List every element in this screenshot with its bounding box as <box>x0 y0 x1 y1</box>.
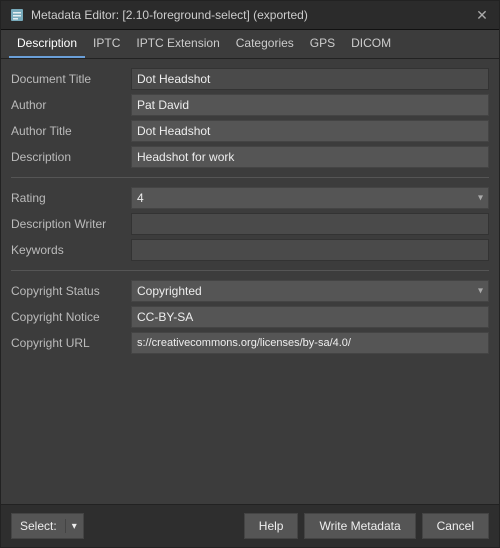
copyright-url-input[interactable] <box>131 332 489 354</box>
description-label: Description <box>11 150 131 164</box>
author-input[interactable] <box>131 94 489 116</box>
description-row: Description <box>11 145 489 169</box>
tab-dicom[interactable]: DICOM <box>343 30 399 58</box>
description-writer-input[interactable] <box>131 213 489 235</box>
window-title: Metadata Editor: [2.10-foreground-select… <box>31 8 308 22</box>
separator-1 <box>11 177 489 178</box>
select-dropdown-label: Select: <box>12 519 66 533</box>
footer: Select: ▾ Help Write Metadata Cancel <box>1 504 499 547</box>
rating-select[interactable]: 1 2 3 4 5 <box>131 187 489 209</box>
document-title-value[interactable]: Dot Headshot <box>131 68 489 90</box>
author-label: Author <box>11 98 131 112</box>
write-metadata-button[interactable]: Write Metadata <box>304 513 415 539</box>
author-row: Author <box>11 93 489 117</box>
title-bar: Metadata Editor: [2.10-foreground-select… <box>1 1 499 30</box>
author-title-label: Author Title <box>11 124 131 138</box>
keywords-label: Keywords <box>11 243 131 257</box>
app-icon <box>9 7 25 23</box>
tab-gps[interactable]: GPS <box>302 30 343 58</box>
title-bar-left: Metadata Editor: [2.10-foreground-select… <box>9 7 308 23</box>
description-input[interactable] <box>131 146 489 168</box>
keywords-input[interactable] <box>131 239 489 261</box>
copyright-url-row: Copyright URL <box>11 331 489 355</box>
tab-bar: Description IPTC IPTC Extension Categori… <box>1 30 499 59</box>
copyright-url-label: Copyright URL <box>11 336 131 350</box>
select-dropdown-arrow-icon: ▾ <box>66 521 83 532</box>
footer-right: Help Write Metadata Cancel <box>244 513 489 539</box>
copyright-status-select[interactable]: Copyrighted Public Domain Unknown <box>131 280 489 302</box>
content-area: Document Title Dot Headshot Author Autho… <box>1 59 499 504</box>
tab-iptc[interactable]: IPTC <box>85 30 128 58</box>
footer-left: Select: ▾ <box>11 513 84 539</box>
author-title-input[interactable] <box>131 120 489 142</box>
description-writer-label: Description Writer <box>11 217 131 231</box>
separator-2 <box>11 270 489 271</box>
tab-iptc-extension[interactable]: IPTC Extension <box>128 30 227 58</box>
rating-label: Rating <box>11 191 131 205</box>
author-title-row: Author Title <box>11 119 489 143</box>
copyright-status-label: Copyright Status <box>11 284 131 298</box>
close-button[interactable]: ✕ <box>473 6 491 24</box>
keywords-row: Keywords <box>11 238 489 262</box>
copyright-notice-label: Copyright Notice <box>11 310 131 324</box>
cancel-button[interactable]: Cancel <box>422 513 489 539</box>
metadata-editor-window: Metadata Editor: [2.10-foreground-select… <box>0 0 500 548</box>
description-writer-row: Description Writer <box>11 212 489 236</box>
select-dropdown-button[interactable]: Select: ▾ <box>11 513 84 539</box>
copyright-status-select-wrapper: Copyrighted Public Domain Unknown ▾ <box>131 280 489 302</box>
rating-select-wrapper: 1 2 3 4 5 ▾ <box>131 187 489 209</box>
copyright-notice-input[interactable] <box>131 306 489 328</box>
copyright-notice-row: Copyright Notice <box>11 305 489 329</box>
tab-categories[interactable]: Categories <box>228 30 302 58</box>
copyright-status-row: Copyright Status Copyrighted Public Doma… <box>11 279 489 303</box>
document-title-label: Document Title <box>11 72 131 86</box>
tab-description[interactable]: Description <box>9 30 85 58</box>
rating-row: Rating 1 2 3 4 5 ▾ <box>11 186 489 210</box>
help-button[interactable]: Help <box>244 513 299 539</box>
document-title-row: Document Title Dot Headshot <box>11 67 489 91</box>
